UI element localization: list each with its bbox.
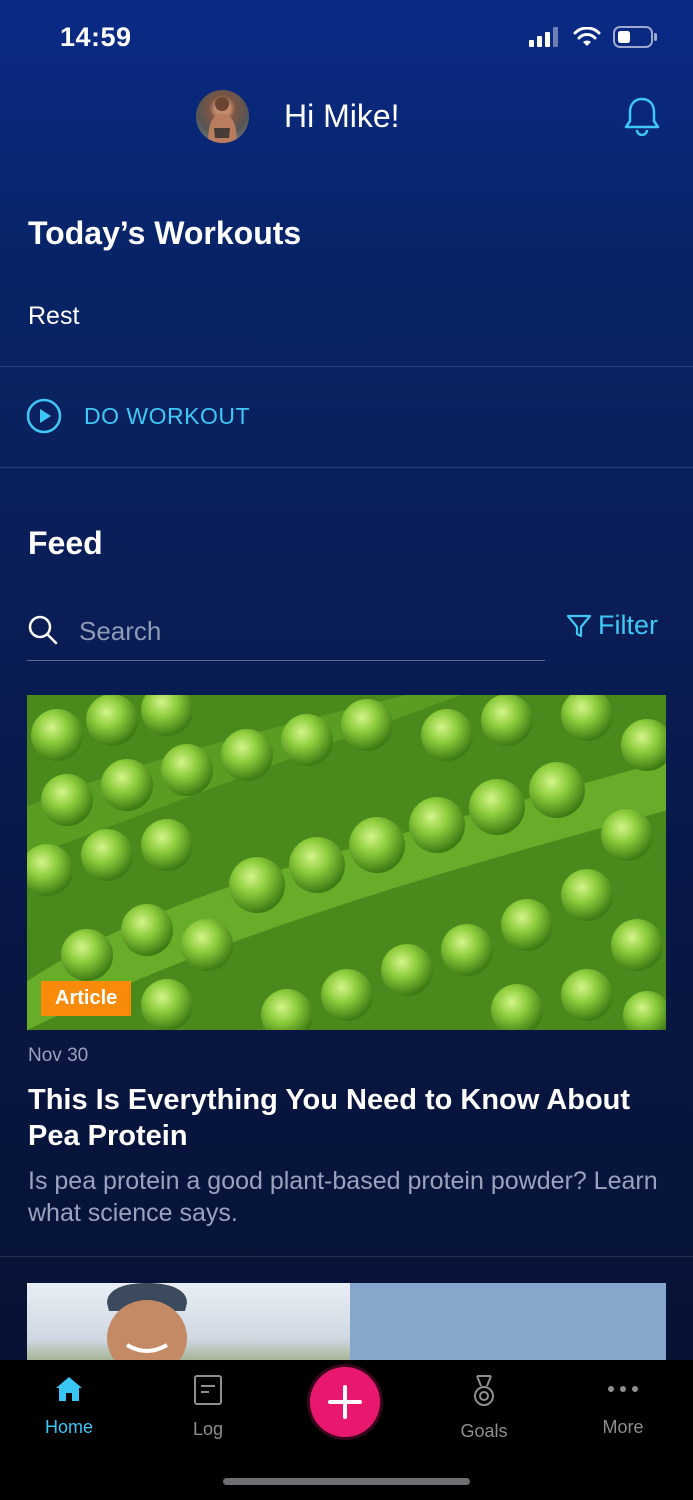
status-icons <box>529 26 657 48</box>
more-icon <box>608 1386 638 1392</box>
peas-photo <box>27 695 666 1030</box>
status-bar: 14:59 <box>0 0 693 78</box>
person-photo <box>107 1283 187 1363</box>
workouts-title: Today’s Workouts <box>28 215 302 251</box>
tab-log-label: Log <box>192 1419 224 1439</box>
tab-goals-label: Goals <box>460 1421 508 1441</box>
header: Hi Mike! <box>0 82 693 152</box>
search-bar <box>27 606 545 661</box>
avatar-photo <box>208 97 237 143</box>
tab-more[interactable]: More <box>573 1374 673 1438</box>
bell-icon[interactable] <box>623 96 661 136</box>
log-icon <box>194 1375 222 1405</box>
tab-home[interactable]: Home <box>19 1374 119 1438</box>
article-title[interactable]: This Is Everything You Need to Know Abou… <box>28 1082 648 1154</box>
feed-title: Feed <box>28 525 103 561</box>
tab-goals[interactable]: Goals <box>434 1374 534 1442</box>
home-indicator <box>223 1478 470 1485</box>
avatar[interactable] <box>196 90 249 143</box>
article-description: Is pea protein a good plant-based protei… <box>28 1167 658 1227</box>
filter-button[interactable]: Filter <box>566 610 658 641</box>
divider <box>0 366 693 367</box>
status-time: 14:59 <box>60 22 132 52</box>
article-image[interactable] <box>27 695 666 1030</box>
medal-icon <box>474 1375 494 1406</box>
filter-icon <box>566 614 592 637</box>
tab-more-label: More <box>602 1417 644 1437</box>
article-image[interactable] <box>27 1283 666 1363</box>
article-date: Nov 30 <box>28 1045 89 1066</box>
home-icon <box>56 1377 82 1401</box>
do-workout-label: DO WORKOUT <box>84 402 250 429</box>
article-photo-left <box>27 1283 350 1363</box>
search-icon <box>28 615 58 645</box>
article-photo-right <box>350 1283 666 1363</box>
app-screen: 14:59 Hi Mike! Today’s Workouts Rest DO … <box>0 0 693 1500</box>
article-badge: Article <box>41 981 132 1016</box>
tab-log[interactable]: Log <box>158 1374 258 1440</box>
tab-home-label: Home <box>44 1417 93 1437</box>
divider <box>0 467 693 468</box>
battery-icon <box>613 26 657 48</box>
filter-label: Filter <box>598 610 658 640</box>
add-button[interactable] <box>310 1367 380 1437</box>
divider <box>0 1256 693 1257</box>
workout-status: Rest <box>28 302 80 330</box>
play-circle-icon <box>26 398 62 434</box>
plus-icon <box>328 1385 362 1419</box>
greeting-text: Hi Mike! <box>284 98 400 134</box>
wifi-icon <box>573 27 601 46</box>
signal-icon <box>529 27 558 47</box>
search-input[interactable] <box>77 610 521 652</box>
do-workout-button[interactable]: DO WORKOUT <box>26 398 250 434</box>
